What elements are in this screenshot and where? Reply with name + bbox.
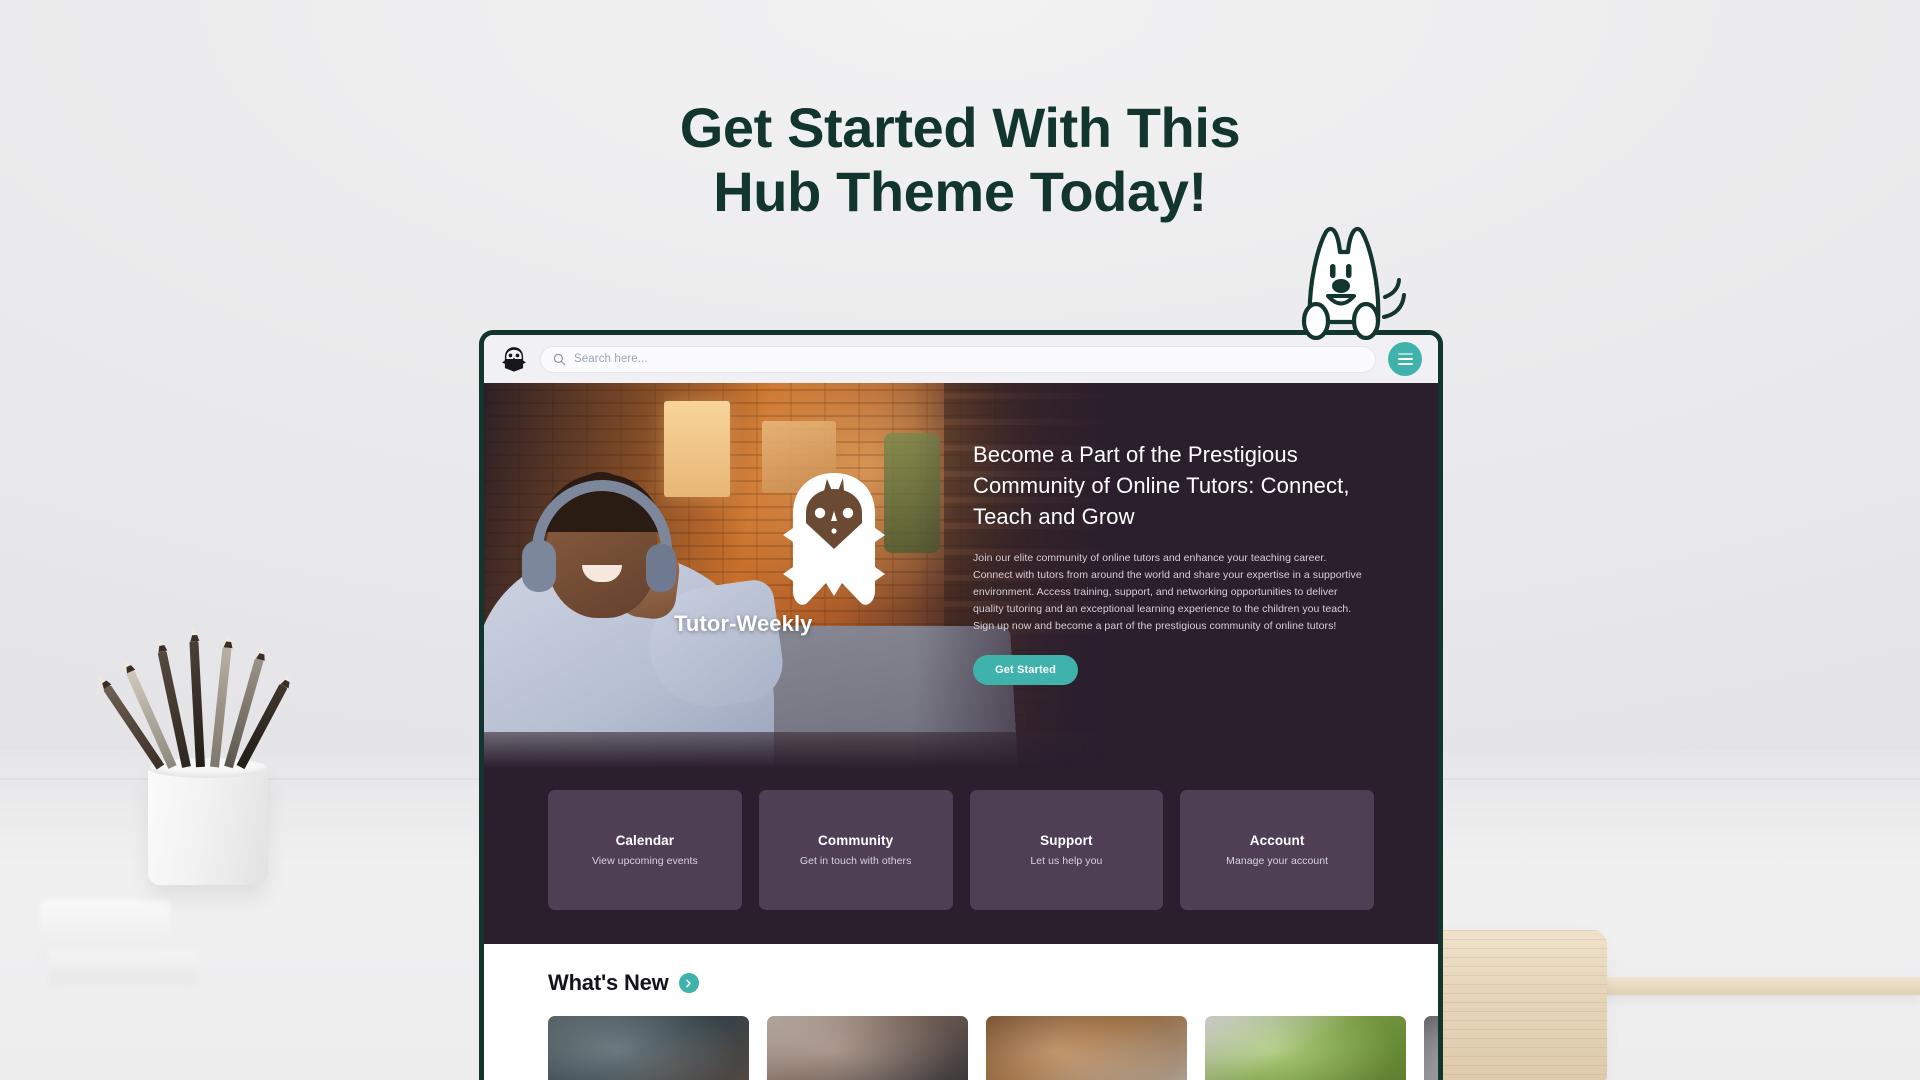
- quick-card-title: Account: [1250, 833, 1305, 848]
- hero-person: [484, 438, 804, 768]
- blurred-paper-stack: [48, 950, 198, 984]
- search-icon: [553, 353, 566, 366]
- pencil-cup: [148, 765, 268, 885]
- whats-new-thumbnail-4[interactable]: [1205, 1016, 1406, 1080]
- hero-copy: Become a Part of the Prestigious Communi…: [973, 439, 1363, 685]
- whats-new-thumbnail-1[interactable]: [548, 1016, 749, 1080]
- tutor-ninja-mascot: [780, 471, 888, 621]
- quick-card-title: Community: [818, 833, 893, 848]
- hero-title: Become a Part of the Prestigious Communi…: [973, 439, 1363, 533]
- bunny-mascot-illustration: [1290, 222, 1410, 340]
- search-input[interactable]: Search here...: [540, 346, 1376, 373]
- headline-line-2: Hub Theme Today!: [0, 160, 1920, 224]
- hero-body-text: Join our elite community of online tutor…: [973, 550, 1363, 635]
- get-started-button[interactable]: Get Started: [973, 655, 1078, 685]
- quick-card-account[interactable]: Account Manage your account: [1180, 790, 1374, 910]
- whats-new-thumbnail-2[interactable]: [767, 1016, 968, 1080]
- laptop-screen-bezel: Search here... Tutor-Weekly Become a Par…: [479, 330, 1443, 1080]
- whats-new-thumbnail-row: [548, 1016, 1374, 1080]
- quick-card-support[interactable]: Support Let us help you: [970, 790, 1164, 910]
- search-placeholder-text: Search here...: [574, 353, 648, 365]
- hero-headphones-band: [532, 480, 672, 550]
- hero-headphone-right-cup: [646, 544, 676, 592]
- quick-card-calendar[interactable]: Calendar View upcoming events: [548, 790, 742, 910]
- browser-viewport: Search here... Tutor-Weekly Become a Par…: [484, 335, 1438, 1080]
- quick-card-subtitle: Get in touch with others: [800, 855, 912, 867]
- quick-card-title: Calendar: [616, 833, 675, 848]
- chevron-right-icon[interactable]: [679, 973, 699, 993]
- chevron-right-glyph: [684, 979, 693, 988]
- whats-new-thumbnail-3[interactable]: [986, 1016, 1187, 1080]
- whats-new-header: What's New: [548, 970, 1374, 996]
- wood-stick-prop: [1600, 977, 1920, 995]
- quick-card-subtitle: Let us help you: [1030, 855, 1102, 867]
- quick-card-community[interactable]: Community Get in touch with others: [759, 790, 953, 910]
- hero-badge-label: Tutor-Weekly: [674, 611, 813, 637]
- quick-card-title: Support: [1040, 833, 1092, 848]
- headline-line-1: Get Started With This: [0, 96, 1920, 160]
- hero-section: Tutor-Weekly Become a Part of the Presti…: [484, 383, 1438, 768]
- quick-card-subtitle: Manage your account: [1226, 855, 1328, 867]
- page-headline: Get Started With This Hub Theme Today!: [0, 96, 1920, 224]
- quick-links-band: Calendar View upcoming events Community …: [484, 768, 1438, 944]
- hamburger-menu-icon: [1398, 353, 1413, 355]
- laptop-device: Search here... Tutor-Weekly Become a Par…: [479, 330, 1443, 1080]
- hamburger-line-3: [1398, 363, 1413, 365]
- whats-new-title: What's New: [548, 970, 669, 996]
- quick-card-subtitle: View upcoming events: [592, 855, 698, 867]
- whats-new-thumbnail-5[interactable]: [1424, 1016, 1438, 1080]
- hamburger-menu-button[interactable]: [1388, 342, 1422, 376]
- tutor-ninja-logo[interactable]: [500, 345, 528, 373]
- hero-headphone-left-cup: [522, 540, 556, 592]
- app-top-bar: Search here...: [484, 335, 1438, 383]
- whats-new-section: What's New: [484, 944, 1438, 1080]
- hamburger-line-2: [1398, 358, 1413, 360]
